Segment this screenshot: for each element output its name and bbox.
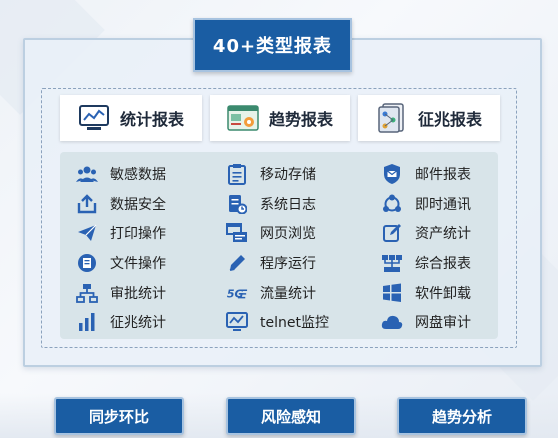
category-card-symptom[interactable]: 征兆报表 [358,95,500,141]
trend-analysis-button[interactable]: 趋势分析 [397,397,527,435]
clipboard-icon [226,163,248,185]
upload-icon [76,193,98,215]
report-item-label: 资产统计 [415,226,471,242]
category-card-trend[interactable]: 趋势报表 [210,95,350,141]
cloud-icon [381,311,403,333]
document-flow-icon [376,103,408,133]
bar-chart-icon [76,311,98,333]
org-chart-icon [76,282,98,304]
send-icon [76,222,98,244]
report-item[interactable]: 邮件报表 [381,163,471,185]
report-item-label: 综合报表 [415,256,471,272]
risk-perception-button[interactable]: 风险感知 [226,397,356,435]
category-card-statistics[interactable]: 统计报表 [60,95,202,141]
speed-5g-icon: 5G [226,282,248,304]
log-icon [226,193,248,215]
report-item[interactable]: 网页浏览 [226,222,316,244]
report-item[interactable]: telnet监控 [226,311,329,333]
report-item[interactable]: 网盘审计 [381,311,471,333]
report-item-label: 流量统计 [260,286,316,302]
report-item[interactable]: 数据安全 [76,193,166,215]
report-item-label: 程序运行 [260,256,316,272]
windows-icon [381,282,403,304]
report-item-label: 即时通讯 [415,197,471,213]
report-item[interactable]: 打印操作 [76,222,166,244]
chart-screen-icon [78,104,110,132]
report-item-label: 敏感数据 [110,167,166,183]
report-item-label: 审批统计 [110,286,166,302]
report-item-label: 软件卸载 [415,286,471,302]
report-item-label: 移动存储 [260,167,316,183]
report-item[interactable]: 敏感数据 [76,163,166,185]
sync-compare-button[interactable]: 同步环比 [54,397,184,435]
shield-mail-icon [381,163,403,185]
report-item-label: 邮件报表 [415,167,471,183]
category-label: 征兆报表 [417,110,482,129]
report-item[interactable]: 综合报表 [381,252,471,274]
report-item[interactable]: 软件卸载 [381,282,471,304]
report-item-label: telnet监控 [260,315,329,331]
report-item[interactable]: 系统日志 [226,193,316,215]
report-item[interactable]: 5G 流量统计 [226,282,316,304]
browser-icon [226,222,248,244]
file-icon [76,252,98,274]
report-item[interactable]: 审批统计 [76,282,166,304]
network-icon [381,252,403,274]
report-item[interactable]: 程序运行 [226,252,316,274]
users-icon [76,163,98,185]
report-item-label: 数据安全 [110,197,166,213]
report-item[interactable]: 移动存储 [226,163,316,185]
report-item[interactable]: 文件操作 [76,252,166,274]
panel-title: 40+类型报表 [193,18,352,72]
report-item-label: 网盘审计 [415,315,471,331]
edit-icon [381,222,403,244]
report-item-label: 征兆统计 [110,315,166,331]
report-item-label: 系统日志 [260,197,316,213]
report-item-label: 打印操作 [110,226,166,242]
category-label: 趋势报表 [268,110,333,129]
monitor-icon [226,311,248,333]
report-item[interactable]: 资产统计 [381,222,471,244]
report-item-label: 文件操作 [110,256,166,272]
trend-window-icon [227,104,259,132]
category-label: 统计报表 [119,110,184,129]
report-item[interactable]: 征兆统计 [76,311,166,333]
report-item-label: 网页浏览 [260,226,316,242]
report-item[interactable]: 即时通讯 [381,193,471,215]
pencil-icon [226,252,248,274]
share-icon [381,193,403,215]
